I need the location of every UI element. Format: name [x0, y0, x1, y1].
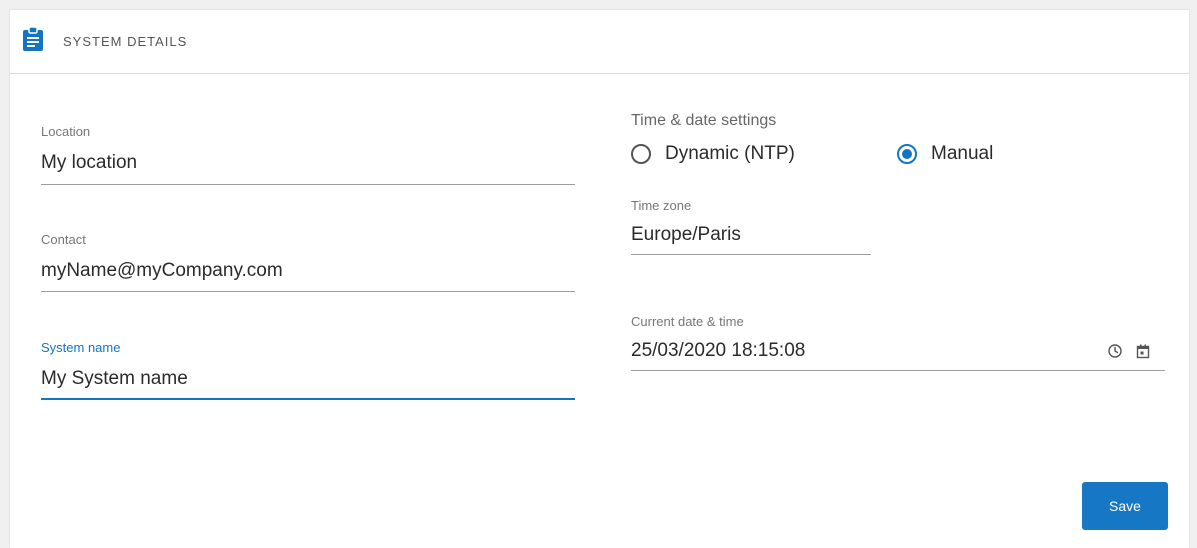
contact-label: Contact — [41, 232, 86, 247]
contact-input[interactable]: myName@myCompany.com — [41, 260, 283, 282]
current-datetime-input[interactable]: 25/03/2020 18:15:08 — [631, 340, 805, 362]
timezone-underline — [631, 254, 871, 255]
system-name-field[interactable]: System name My System name — [41, 338, 575, 403]
datetime-icons — [1107, 343, 1151, 359]
radio-manual-circle[interactable] — [897, 144, 917, 164]
contact-field[interactable]: Contact myName@myCompany.com — [41, 230, 575, 295]
card-header: SYSTEM DETAILS — [10, 10, 1189, 74]
time-settings-heading: Time & date settings — [631, 112, 777, 129]
current-datetime-underline — [631, 370, 1165, 371]
radio-manual[interactable]: Manual — [897, 140, 993, 168]
clock-icon[interactable] — [1107, 343, 1123, 359]
location-input[interactable]: My location — [41, 152, 137, 174]
timezone-field[interactable]: Time zone Europe/Paris — [631, 196, 871, 258]
timezone-label: Time zone — [631, 198, 692, 213]
calendar-icon[interactable] — [1135, 343, 1151, 359]
location-field[interactable]: Location My location — [41, 122, 575, 187]
current-datetime-field[interactable]: Current date & time 25/03/2020 18:15:08 — [631, 312, 1165, 374]
location-label: Location — [41, 124, 91, 139]
radio-dynamic-ntp-circle[interactable] — [631, 144, 651, 164]
radio-manual-label: Manual — [931, 143, 994, 164]
current-datetime-label: Current date & time — [631, 314, 744, 329]
location-underline — [41, 184, 575, 185]
system-name-input[interactable]: My System name — [41, 368, 188, 390]
timezone-select[interactable]: Europe/Paris — [631, 224, 741, 246]
radio-dynamic-ntp[interactable]: Dynamic (NTP) — [631, 140, 795, 168]
radio-dynamic-ntp-label: Dynamic (NTP) — [665, 143, 795, 164]
system-details-card: SYSTEM DETAILS Location My location Cont… — [10, 10, 1189, 548]
system-name-underline — [41, 398, 575, 400]
card-title: SYSTEM DETAILS — [63, 34, 188, 49]
contact-underline — [41, 291, 575, 292]
system-name-label: System name — [41, 340, 121, 355]
save-button[interactable]: Save — [1082, 482, 1168, 530]
clipboard-icon — [22, 26, 44, 52]
